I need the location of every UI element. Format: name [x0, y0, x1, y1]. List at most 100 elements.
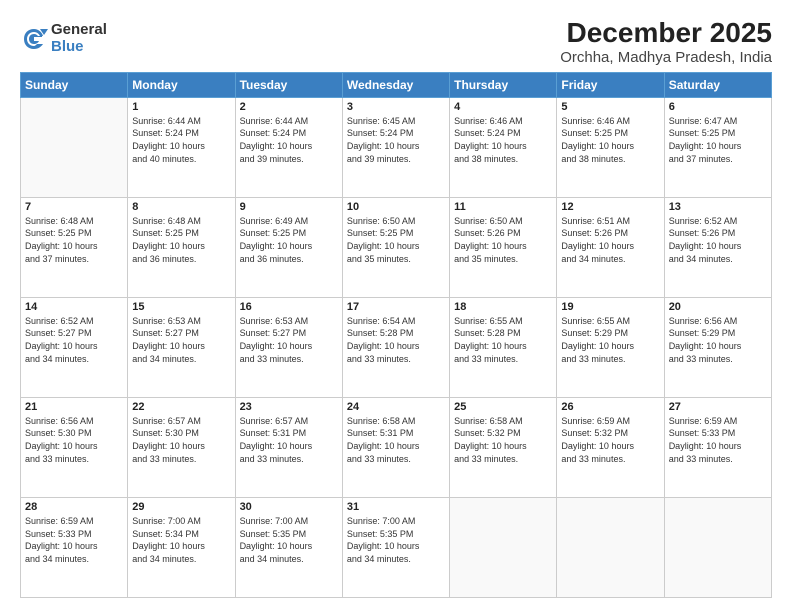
day-info: Sunrise: 6:53 AM Sunset: 5:27 PM Dayligh… — [132, 315, 230, 365]
page: General Blue December 2025 Orchha, Madhy… — [0, 0, 792, 612]
cell-3-1: 22Sunrise: 6:57 AM Sunset: 5:30 PM Dayli… — [128, 397, 235, 497]
day-info: Sunrise: 6:55 AM Sunset: 5:28 PM Dayligh… — [454, 315, 552, 365]
day-info: Sunrise: 6:55 AM Sunset: 5:29 PM Dayligh… — [561, 315, 659, 365]
day-number: 30 — [240, 501, 338, 513]
day-number: 23 — [240, 401, 338, 413]
week-row-2: 14 Sunrise: 6:52 AM Sunset: 5:27 PM Dayli… — [21, 297, 772, 397]
day-info: Sunrise: 6:50 AM Sunset: 5:25 PM Dayligh… — [347, 215, 445, 265]
cell-0-0 — [21, 97, 128, 197]
day-number: 6 — [669, 101, 767, 113]
cell-2-6: 20 Sunrise: 6:56 AM Sunset: 5:29 PM Dayli… — [664, 297, 771, 397]
cell-4-2: 30 Sunrise: 7:00 AM Sunset: 5:35 PM Dayli… — [235, 497, 342, 597]
col-tuesday: Tuesday — [235, 72, 342, 97]
cell-2-0: 14 Sunrise: 6:52 AM Sunset: 5:27 PM Dayli… — [21, 297, 128, 397]
day-info: Sunrise: 6:56 AM Sunset: 5:30 PM Dayligh… — [25, 415, 123, 465]
cell-0-2: 2 Sunrise: 6:44 AM Sunset: 5:24 PM Daylig… — [235, 97, 342, 197]
day-info: Sunrise: 6:44 AM Sunset: 5:24 PM Dayligh… — [240, 115, 338, 165]
day-info: Sunrise: 6:59 AM Sunset: 5:33 PM Dayligh… — [25, 515, 123, 565]
col-monday: Monday — [128, 72, 235, 97]
cell-0-5: 5 Sunrise: 6:46 AM Sunset: 5:25 PM Daylig… — [557, 97, 664, 197]
day-info: Sunrise: 7:00 AM Sunset: 5:35 PM Dayligh… — [347, 515, 445, 565]
day-number: 2 — [240, 101, 338, 113]
day-info: Sunrise: 6:46 AM Sunset: 5:25 PM Dayligh… — [561, 115, 659, 165]
cell-4-1: 29 Sunrise: 7:00 AM Sunset: 5:34 PM Dayli… — [128, 497, 235, 597]
day-info: Sunrise: 6:46 AM Sunset: 5:24 PM Dayligh… — [454, 115, 552, 165]
day-number: 19 — [561, 301, 659, 313]
cell-4-0: 28Sunrise: 6:59 AM Sunset: 5:33 PM Dayli… — [21, 497, 128, 597]
cell-1-3: 10 Sunrise: 6:50 AM Sunset: 5:25 PM Dayli… — [342, 197, 449, 297]
cell-2-5: 19 Sunrise: 6:55 AM Sunset: 5:29 PM Dayli… — [557, 297, 664, 397]
day-info: Sunrise: 6:54 AM Sunset: 5:28 PM Dayligh… — [347, 315, 445, 365]
cell-1-0: 7Sunrise: 6:48 AM Sunset: 5:25 PM Daylig… — [21, 197, 128, 297]
day-number: 25 — [454, 401, 552, 413]
cell-3-4: 25 Sunrise: 6:58 AM Sunset: 5:32 PM Dayli… — [450, 397, 557, 497]
day-info: Sunrise: 6:48 AM Sunset: 5:25 PM Dayligh… — [25, 215, 123, 265]
day-number: 10 — [347, 201, 445, 213]
day-number: 24 — [347, 401, 445, 413]
day-number: 18 — [454, 301, 552, 313]
header: General Blue December 2025 Orchha, Madhy… — [20, 18, 772, 66]
cell-2-3: 17 Sunrise: 6:54 AM Sunset: 5:28 PM Dayli… — [342, 297, 449, 397]
cell-1-5: 12 Sunrise: 6:51 AM Sunset: 5:26 PM Dayli… — [557, 197, 664, 297]
cell-4-5 — [557, 497, 664, 597]
day-number: 3 — [347, 101, 445, 113]
week-row-1: 7Sunrise: 6:48 AM Sunset: 5:25 PM Daylig… — [21, 197, 772, 297]
cell-3-5: 26Sunrise: 6:59 AM Sunset: 5:32 PM Dayli… — [557, 397, 664, 497]
cell-3-3: 24Sunrise: 6:58 AM Sunset: 5:31 PM Dayli… — [342, 397, 449, 497]
day-info: Sunrise: 6:52 AM Sunset: 5:26 PM Dayligh… — [669, 215, 767, 265]
cell-1-2: 9Sunrise: 6:49 AM Sunset: 5:25 PM Daylig… — [235, 197, 342, 297]
day-number: 16 — [240, 301, 338, 313]
day-info: Sunrise: 6:58 AM Sunset: 5:32 PM Dayligh… — [454, 415, 552, 465]
cell-2-1: 15 Sunrise: 6:53 AM Sunset: 5:27 PM Dayli… — [128, 297, 235, 397]
col-saturday: Saturday — [664, 72, 771, 97]
day-info: Sunrise: 7:00 AM Sunset: 5:34 PM Dayligh… — [132, 515, 230, 565]
day-number: 11 — [454, 201, 552, 213]
day-number: 13 — [669, 201, 767, 213]
day-number: 27 — [669, 401, 767, 413]
day-info: Sunrise: 7:00 AM Sunset: 5:35 PM Dayligh… — [240, 515, 338, 565]
week-row-3: 21 Sunrise: 6:56 AM Sunset: 5:30 PM Dayli… — [21, 397, 772, 497]
day-number: 29 — [132, 501, 230, 513]
day-info: Sunrise: 6:53 AM Sunset: 5:27 PM Dayligh… — [240, 315, 338, 365]
day-info: Sunrise: 6:52 AM Sunset: 5:27 PM Dayligh… — [25, 315, 123, 365]
day-number: 22 — [132, 401, 230, 413]
cell-0-1: 1 Sunrise: 6:44 AM Sunset: 5:24 PM Daylig… — [128, 97, 235, 197]
day-number: 14 — [25, 301, 123, 313]
day-number: 4 — [454, 101, 552, 113]
logo-general-text: General — [51, 22, 107, 39]
col-friday: Friday — [557, 72, 664, 97]
day-info: Sunrise: 6:51 AM Sunset: 5:26 PM Dayligh… — [561, 215, 659, 265]
day-number: 15 — [132, 301, 230, 313]
day-info: Sunrise: 6:50 AM Sunset: 5:26 PM Dayligh… — [454, 215, 552, 265]
cell-0-4: 4 Sunrise: 6:46 AM Sunset: 5:24 PM Daylig… — [450, 97, 557, 197]
week-row-4: 28Sunrise: 6:59 AM Sunset: 5:33 PM Dayli… — [21, 497, 772, 597]
cell-3-0: 21 Sunrise: 6:56 AM Sunset: 5:30 PM Dayli… — [21, 397, 128, 497]
logo-blue-text: Blue — [51, 39, 107, 56]
cell-1-4: 11 Sunrise: 6:50 AM Sunset: 5:26 PM Dayli… — [450, 197, 557, 297]
day-number: 21 — [25, 401, 123, 413]
cell-2-4: 18 Sunrise: 6:55 AM Sunset: 5:28 PM Dayli… — [450, 297, 557, 397]
day-number: 20 — [669, 301, 767, 313]
day-number: 8 — [132, 201, 230, 213]
day-info: Sunrise: 6:59 AM Sunset: 5:32 PM Dayligh… — [561, 415, 659, 465]
month-title: December 2025 — [560, 18, 772, 49]
day-number: 17 — [347, 301, 445, 313]
day-info: Sunrise: 6:56 AM Sunset: 5:29 PM Dayligh… — [669, 315, 767, 365]
col-thursday: Thursday — [450, 72, 557, 97]
cell-0-3: 3 Sunrise: 6:45 AM Sunset: 5:24 PM Daylig… — [342, 97, 449, 197]
location-title: Orchha, Madhya Pradesh, India — [560, 49, 772, 66]
logo: General Blue — [20, 22, 107, 55]
cell-0-6: 6Sunrise: 6:47 AM Sunset: 5:25 PM Daylig… — [664, 97, 771, 197]
cell-4-3: 31Sunrise: 7:00 AM Sunset: 5:35 PM Dayli… — [342, 497, 449, 597]
day-number: 5 — [561, 101, 659, 113]
cell-1-1: 8Sunrise: 6:48 AM Sunset: 5:25 PM Daylig… — [128, 197, 235, 297]
day-number: 1 — [132, 101, 230, 113]
col-sunday: Sunday — [21, 72, 128, 97]
col-wednesday: Wednesday — [342, 72, 449, 97]
cell-3-2: 23 Sunrise: 6:57 AM Sunset: 5:31 PM Dayli… — [235, 397, 342, 497]
day-info: Sunrise: 6:44 AM Sunset: 5:24 PM Dayligh… — [132, 115, 230, 165]
cell-4-4 — [450, 497, 557, 597]
day-number: 12 — [561, 201, 659, 213]
day-info: Sunrise: 6:57 AM Sunset: 5:31 PM Dayligh… — [240, 415, 338, 465]
day-info: Sunrise: 6:45 AM Sunset: 5:24 PM Dayligh… — [347, 115, 445, 165]
